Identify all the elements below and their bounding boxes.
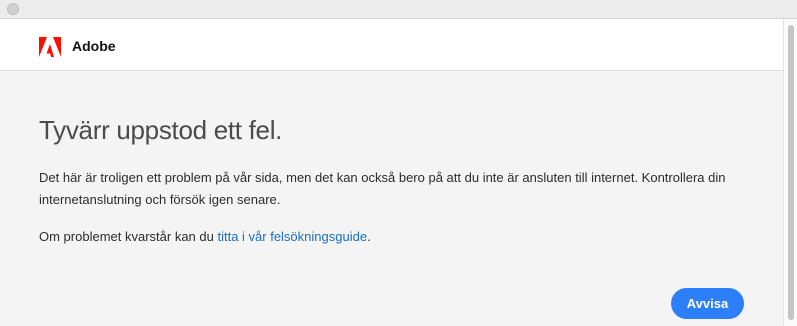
help-suffix: .	[367, 229, 371, 244]
window-titlebar	[0, 0, 797, 19]
help-text: Om problemet kvarstår kan du titta i vår…	[39, 226, 371, 248]
error-title: Tyvärr uppstod ett fel.	[39, 115, 283, 145]
dialog-header: Adobe	[0, 19, 783, 71]
dismiss-button[interactable]: Avvisa	[671, 288, 744, 319]
close-window-button[interactable]	[7, 3, 19, 15]
brand-name: Adobe	[72, 38, 116, 54]
scrollbar-thumb[interactable]	[788, 25, 794, 320]
error-dialog: Adobe Tyvärr uppstod ett fel. Det här är…	[0, 19, 783, 326]
troubleshooting-guide-link[interactable]: titta i vår felsökningsguide	[217, 229, 367, 244]
error-message: Det här är troligen ett problem på vår s…	[39, 170, 726, 207]
adobe-logo-icon	[39, 37, 61, 57]
help-prefix: Om problemet kvarstår kan du	[39, 229, 218, 244]
vertical-scrollbar[interactable]	[783, 19, 797, 326]
